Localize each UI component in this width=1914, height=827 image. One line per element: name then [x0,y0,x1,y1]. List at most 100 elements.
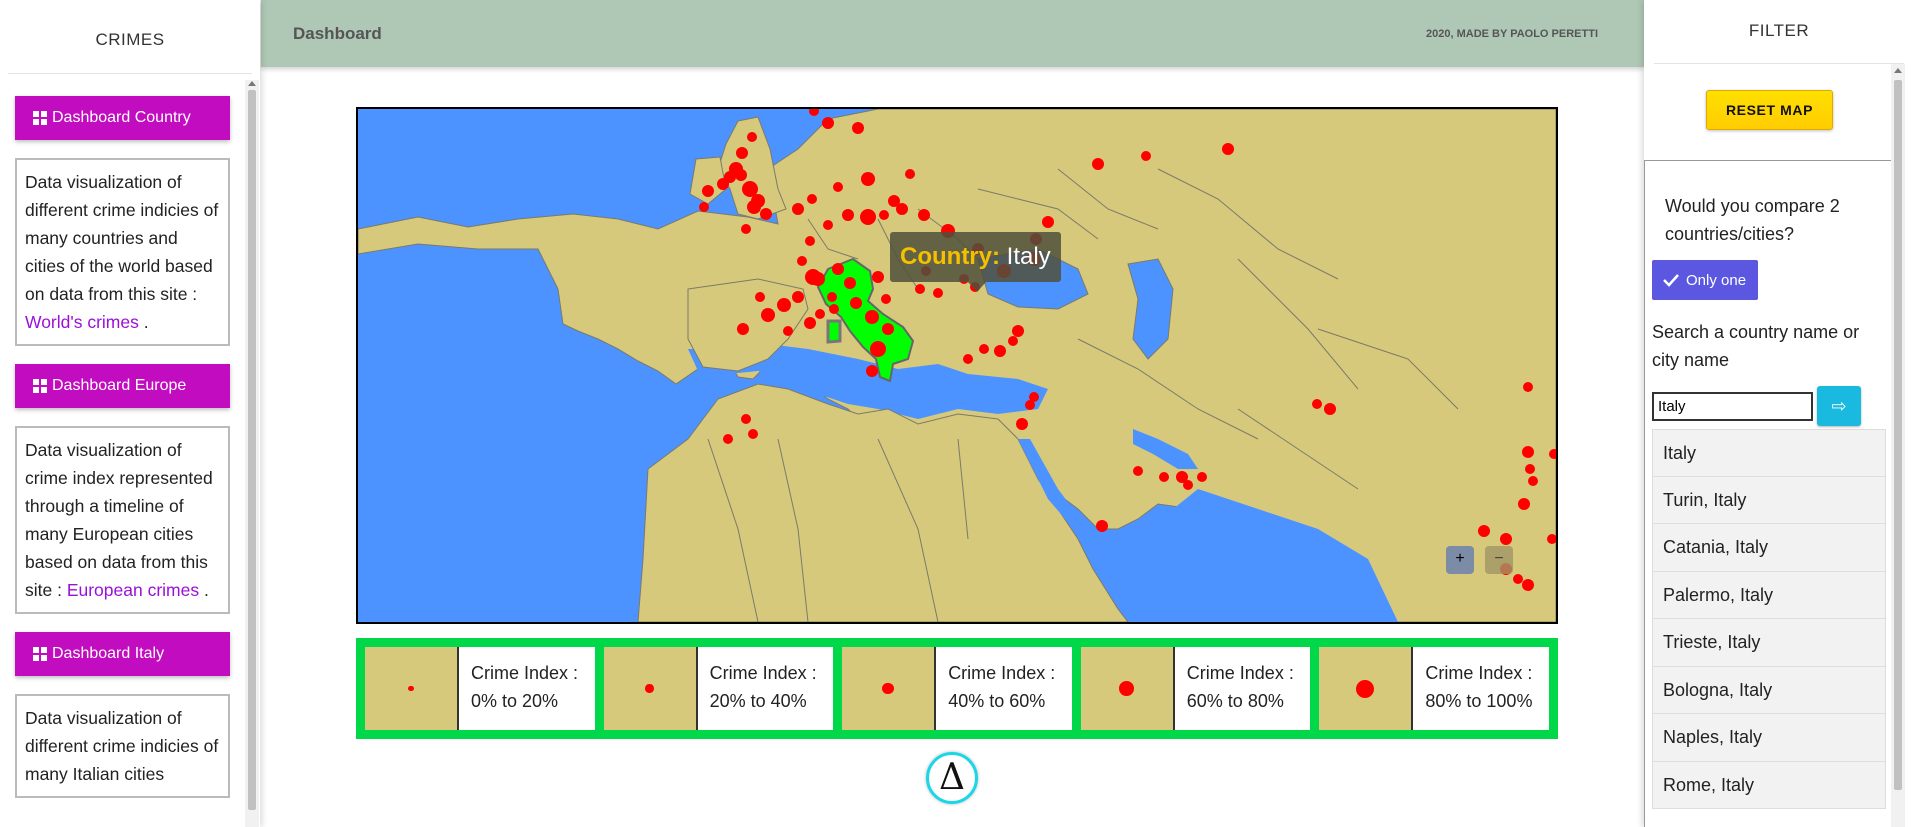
search-result-item[interactable]: Trieste, Italy [1652,619,1886,667]
crime-marker[interactable] [1159,472,1169,482]
crime-marker[interactable] [1522,446,1534,458]
crime-marker[interactable] [823,220,833,230]
crime-marker[interactable] [792,291,804,303]
crime-marker[interactable] [918,209,930,221]
crime-marker[interactable] [737,323,749,335]
crime-marker[interactable] [852,122,864,134]
left-scrollbar[interactable] [245,80,259,827]
search-result-item[interactable]: Naples, Italy [1652,714,1886,762]
crime-marker[interactable] [860,209,876,225]
crime-marker[interactable] [761,308,775,322]
crime-marker[interactable] [827,292,837,302]
crime-marker[interactable] [760,208,772,220]
crime-marker[interactable] [1525,464,1535,474]
crime-marker[interactable] [747,132,757,142]
crime-marker[interactable] [1312,399,1322,409]
crime-marker[interactable] [805,269,821,285]
scroll-up-arrow-icon[interactable] [1894,68,1902,73]
scroll-up-arrow-icon[interactable] [248,81,256,86]
crime-marker[interactable] [1141,151,1151,161]
crime-marker[interactable] [1133,466,1143,476]
right-scrollbar-thumb[interactable] [1894,80,1902,790]
crime-marker[interactable] [807,194,817,204]
world-map[interactable]: Country: Italy + − [356,107,1558,624]
crime-marker[interactable] [979,344,989,354]
crime-marker[interactable] [797,256,807,266]
crime-marker[interactable] [865,310,879,324]
crime-marker[interactable] [792,203,804,215]
crime-marker[interactable] [783,326,793,336]
crime-marker[interactable] [1500,533,1512,545]
reset-map-button[interactable]: RESET MAP [1706,90,1833,130]
crime-marker[interactable] [872,271,884,283]
crime-marker[interactable] [777,298,791,312]
crime-marker[interactable] [815,309,825,319]
crime-marker[interactable] [963,354,973,364]
search-result-item[interactable]: Catania, Italy [1652,524,1886,572]
crime-marker[interactable] [741,414,751,424]
crime-marker[interactable] [994,345,1006,357]
crime-marker[interactable] [882,323,894,335]
search-result-item[interactable]: Italy [1652,429,1886,477]
dashboard-italy-button[interactable]: Dashboard Italy [15,632,230,676]
crime-marker[interactable] [861,172,875,186]
crime-marker[interactable] [1478,525,1490,537]
only-one-toggle[interactable]: Only one [1652,260,1759,300]
worlds-crimes-link[interactable]: World's crimes [25,312,139,332]
search-go-button[interactable]: ⇨ [1817,386,1861,426]
crime-marker[interactable] [702,185,714,197]
zoom-out-button[interactable]: − [1485,546,1513,574]
crime-marker[interactable] [809,109,819,116]
crime-marker[interactable] [736,147,748,159]
european-crimes-link[interactable]: European crimes [67,580,199,600]
search-result-item[interactable]: Palermo, Italy [1652,571,1886,619]
left-scrollbar-thumb[interactable] [248,90,256,810]
crime-marker[interactable] [1197,472,1207,482]
dashboard-europe-button[interactable]: Dashboard Europe [15,364,230,408]
crime-marker[interactable] [724,171,736,183]
crime-marker[interactable] [747,200,761,214]
crime-marker[interactable] [1025,400,1035,410]
crime-marker[interactable] [881,294,891,304]
dashboard-country-button[interactable]: Dashboard Country [15,96,230,140]
crime-marker[interactable] [1513,574,1523,584]
crime-marker[interactable] [805,236,815,246]
crime-marker[interactable] [699,202,709,212]
crime-marker[interactable] [735,169,747,181]
right-scrollbar[interactable] [1891,64,1905,827]
crime-marker[interactable] [866,365,878,377]
crime-marker[interactable] [915,284,925,294]
crime-marker[interactable] [844,277,856,289]
crime-marker[interactable] [1518,498,1530,510]
crime-marker[interactable] [933,288,943,298]
crime-marker[interactable] [833,182,843,192]
crime-marker[interactable] [748,429,758,439]
map-svg[interactable] [358,109,1556,622]
crime-marker[interactable] [896,203,908,215]
crime-marker[interactable] [723,434,733,444]
crime-marker[interactable] [1042,216,1054,228]
crime-marker[interactable] [879,210,889,220]
crime-marker[interactable] [1008,336,1018,346]
crime-marker[interactable] [1092,158,1104,170]
crime-marker[interactable] [829,304,839,314]
crime-marker[interactable] [1324,403,1336,415]
crime-marker[interactable] [741,224,751,234]
crime-marker[interactable] [804,317,816,329]
search-input[interactable] [1652,391,1813,421]
crime-marker[interactable] [1183,480,1193,490]
crime-marker[interactable] [1016,418,1028,430]
search-result-item[interactable]: Turin, Italy [1652,476,1886,524]
crime-marker[interactable] [832,263,844,275]
search-result-item[interactable]: Bologna, Italy [1652,666,1886,714]
delta-toggle-button[interactable]: Δ [926,752,978,804]
crime-marker[interactable] [1528,476,1538,486]
search-result-item[interactable]: Rome, Italy [1652,761,1886,809]
crime-marker[interactable] [842,209,854,221]
crime-marker[interactable] [905,169,915,179]
crime-marker[interactable] [1523,382,1533,392]
crime-marker[interactable] [1096,520,1108,532]
crime-marker[interactable] [755,292,765,302]
crime-marker[interactable] [1222,143,1234,155]
crime-marker[interactable] [822,117,834,129]
